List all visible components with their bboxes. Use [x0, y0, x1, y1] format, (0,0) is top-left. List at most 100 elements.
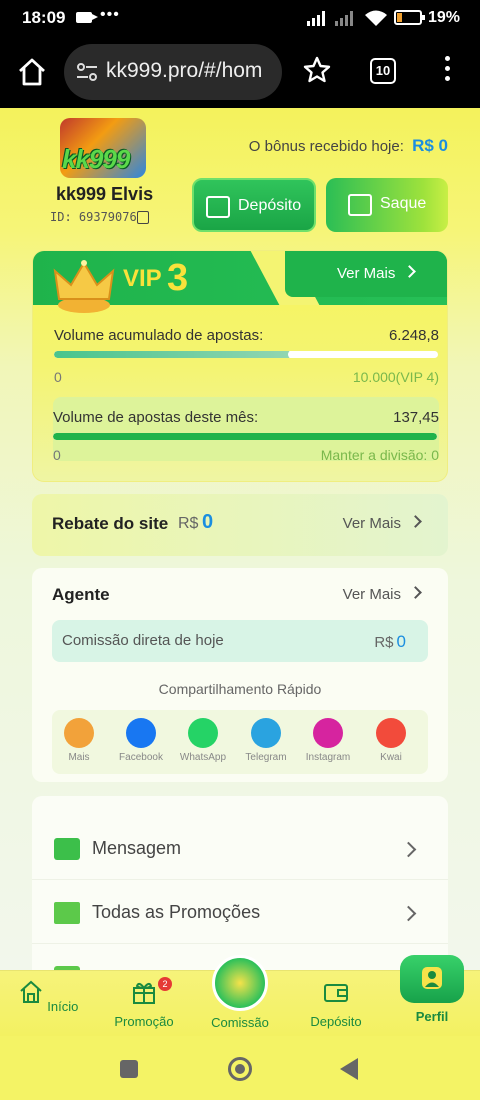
month-progress-bar — [53, 433, 437, 440]
nav-comissao[interactable]: Comissão — [200, 1015, 280, 1030]
browser-menu-icon[interactable] — [440, 56, 454, 88]
month-volume-box: Volume de apostas deste mês: 137,45 0 Ma… — [53, 397, 439, 463]
bonus-value: R$ 0 — [412, 136, 448, 155]
crown-icon — [53, 260, 115, 313]
acc-target: 10.000(VIP 4) — [352, 369, 439, 385]
withdraw-label: Saque — [380, 195, 427, 212]
chevron-right-icon — [409, 586, 422, 599]
nav-perfil-icon[interactable] — [400, 955, 464, 1003]
back-triangle-icon[interactable] — [340, 1058, 358, 1080]
profile-page: kk999 kk999 Elvis ID: 69379076 O bônus r… — [0, 108, 480, 972]
nav-perfil[interactable]: Perfil — [392, 1009, 472, 1024]
bookmark-star-icon[interactable] — [303, 56, 331, 84]
home-icon — [19, 980, 42, 1003]
user-id: ID: 69379076 — [50, 210, 137, 224]
address-bar[interactable]: kk999.pro/#/hom — [64, 44, 282, 100]
username: kk999 Elvis — [56, 184, 154, 204]
wifi-icon — [365, 10, 387, 26]
month-min: 0 — [53, 447, 61, 463]
commission-amount: R$ 0 — [374, 632, 406, 651]
share-facebook[interactable]: Facebook — [110, 718, 172, 763]
status-bar: 18:09 ••• 19% — [0, 0, 480, 36]
withdraw-button[interactable]: Saque — [326, 178, 448, 232]
menu-item-label: Todas as Promoções — [92, 902, 261, 922]
chevron-right-icon — [400, 841, 417, 858]
whatsapp-icon — [188, 718, 218, 748]
telegram-icon — [251, 718, 281, 748]
bonus-label: O bônus recebido hoje: — [248, 138, 404, 155]
menu-item-label: Mensagem — [92, 838, 182, 858]
commission-box: Comissão direta de hoje R$ 0 — [52, 620, 428, 662]
acc-min: 0 — [54, 369, 62, 385]
nav-inicio[interactable]: Início — [8, 979, 88, 1014]
bottom-navigation: Início 2 Promoção Comissão Depósito Perf… — [0, 955, 480, 1036]
bonus-today: O bônus recebido hoje: R$ 0 — [249, 136, 448, 156]
share-row: Mais Facebook WhatsApp Telegram Instagra… — [52, 710, 428, 774]
agent-card: Agente Ver Mais Comissão direta de hoje … — [32, 568, 448, 782]
chevron-right-icon — [403, 265, 417, 278]
envelope-icon — [54, 838, 80, 860]
commission-value: 0 — [396, 632, 406, 651]
chevron-right-icon — [400, 905, 417, 922]
home-circle-icon[interactable] — [228, 1057, 252, 1081]
menu-item-mensagem[interactable]: Mensagem — [32, 818, 448, 880]
deposit-icon — [206, 196, 230, 218]
share-title: Compartilhamento Rápido — [158, 681, 322, 697]
signal-icon — [307, 11, 325, 26]
battery-percent: 19% — [428, 9, 461, 26]
withdraw-icon — [348, 194, 372, 216]
gift-icon — [133, 982, 155, 1004]
month-volume-label: Volume de apostas deste mês: — [53, 409, 259, 426]
acc-volume-value: 6.248,8 — [388, 327, 439, 344]
agent-ver-mais[interactable]: Ver Mais — [343, 586, 422, 603]
month-volume-value: 137,45 — [393, 409, 439, 426]
share-telegram[interactable]: Telegram — [235, 718, 297, 763]
nav-promocao[interactable]: 2 Promoção — [104, 977, 184, 1029]
vip-ver-mais-tab[interactable]: Ver Mais — [285, 251, 447, 297]
rebate-card[interactable]: Rebate do site R$ 0 Ver Mais — [32, 494, 448, 556]
share-kwai[interactable]: Kwai — [360, 718, 422, 763]
nav-deposito[interactable]: Depósito — [296, 979, 376, 1029]
system-navigation-bar — [0, 1036, 480, 1100]
share-instagram[interactable]: Instagram — [297, 718, 359, 763]
battery-icon — [394, 10, 425, 25]
kk999-logo: kk999 — [60, 118, 146, 178]
acc-volume-label: Volume acumulado de apostas: — [54, 327, 264, 344]
video-camera-icon — [76, 12, 98, 23]
browser-toolbar: kk999.pro/#/hom 10 — [0, 36, 480, 108]
chevron-right-icon — [409, 515, 422, 528]
deposit-label: Depósito — [238, 197, 302, 214]
deposit-button[interactable]: Depósito — [192, 178, 316, 232]
rebate-ver-mais[interactable]: Ver Mais — [343, 515, 422, 532]
nav-comissao-icon[interactable] — [212, 955, 268, 1011]
rebate-title: Rebate do site — [52, 514, 169, 533]
vip-level: 3 — [167, 257, 189, 299]
kwai-icon — [376, 718, 406, 748]
home-icon[interactable] — [16, 56, 48, 88]
rebate-currency: R$ — [178, 515, 199, 532]
copy-icon[interactable] — [137, 211, 149, 224]
site-settings-icon[interactable] — [76, 62, 98, 82]
vip-card: Ver Mais VIP 3 Volume acumulado de apost… — [32, 250, 448, 482]
status-time: 18:09 — [22, 8, 66, 27]
acc-progress-bar — [54, 351, 438, 358]
url-text[interactable]: kk999.pro/#/hom — [106, 59, 276, 83]
commission-label: Comissão direta de hoje — [62, 632, 224, 649]
share-more[interactable]: Mais — [48, 718, 110, 763]
promocao-badge: 2 — [158, 977, 172, 991]
share-whatsapp[interactable]: WhatsApp — [172, 718, 234, 763]
month-keep: Manter a divisão: 0 — [320, 447, 439, 463]
user-icon — [422, 967, 442, 989]
share-icon — [64, 718, 94, 748]
facebook-icon — [126, 718, 156, 748]
agent-title: Agente — [52, 585, 110, 604]
status-more-dots: ••• — [100, 6, 120, 23]
gift-icon — [54, 902, 80, 924]
wallet-icon — [324, 984, 348, 1002]
tab-switcher-button[interactable]: 10 — [370, 58, 396, 84]
instagram-icon — [313, 718, 343, 748]
recents-icon[interactable] — [120, 1060, 138, 1078]
signal-2-icon — [335, 11, 353, 26]
menu-item-promocoes[interactable]: Todas as Promoções — [32, 882, 448, 944]
menu-card: Mensagem Todas as Promoções — [32, 796, 448, 972]
